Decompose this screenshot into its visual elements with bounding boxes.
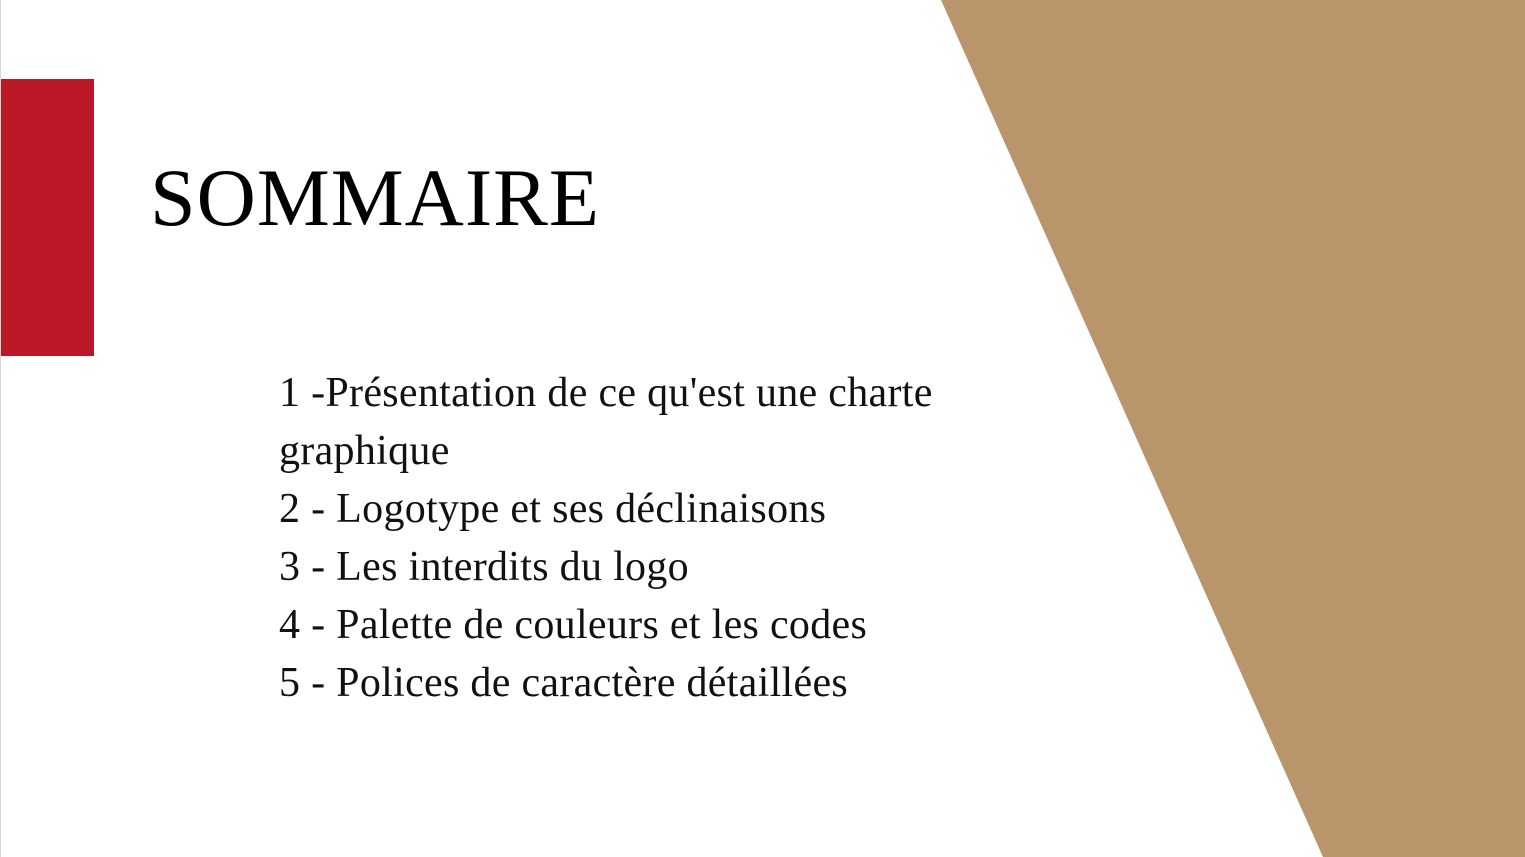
toc-item: 4 - Palette de couleurs et les codes [279, 602, 868, 648]
slide: SOMMAIRE 1 -Présentation de ce qu'est un… [0, 0, 1525, 857]
toc-item: 2 - Logotype et ses déclinaisons [279, 486, 827, 532]
toc-item: 3 - Les interdits du logo [279, 544, 689, 590]
toc-item: 5 - Polices de caractère détaillées [279, 660, 849, 706]
red-accent-bar [1, 79, 94, 356]
toc-item: 1 -Présentation de ce qu'est une charte … [279, 370, 933, 474]
page-title: SOMMAIRE [150, 152, 600, 243]
table-of-contents: 1 -Présentation de ce qu'est une charte … [279, 364, 1079, 712]
